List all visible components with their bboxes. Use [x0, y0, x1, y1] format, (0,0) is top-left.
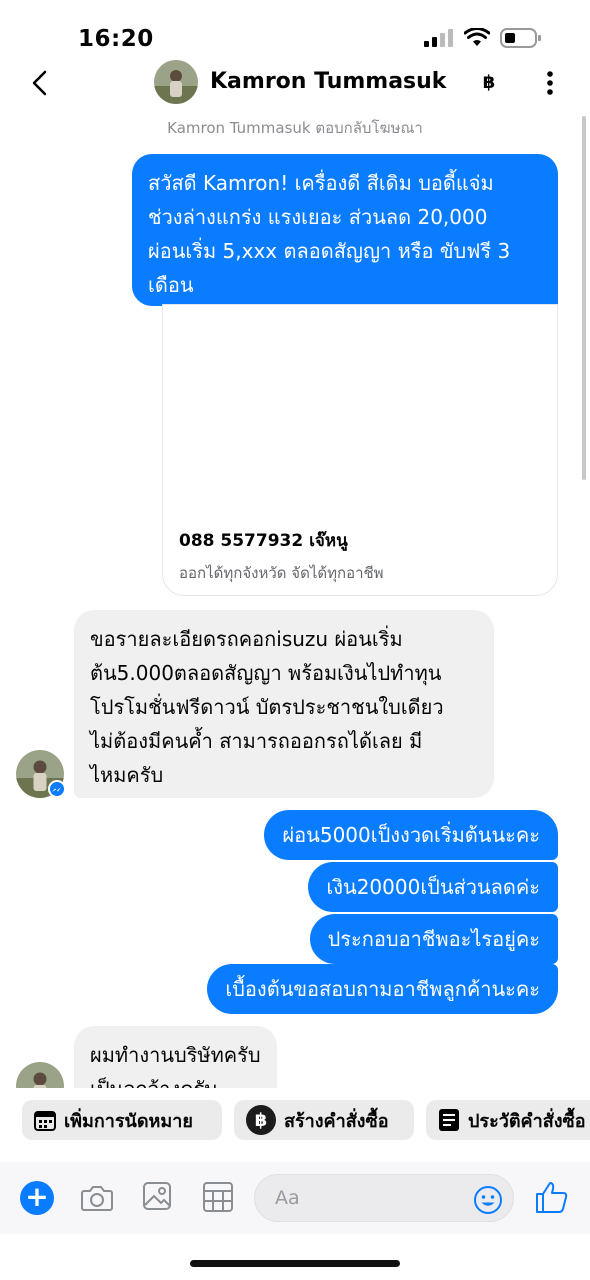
status-icons: [424, 28, 542, 48]
message-line: ไหมครับ: [90, 763, 164, 787]
gallery-icon[interactable]: [142, 1181, 172, 1211]
outgoing-message[interactable]: เงิน20000เป็นส่วนลดค่ะ: [308, 862, 558, 912]
outgoing-message[interactable]: ผ่อน5000เป็งงวดเริ่มต้นนะคะ: [264, 810, 558, 860]
message-text: เงิน20000เป็นส่วนลดค่ะ: [326, 875, 540, 899]
add-appointment-button[interactable]: เพิ่มการนัดหมาย: [22, 1100, 222, 1140]
incoming-message[interactable]: ขอรายละเอียดรถคอกisuzu ผ่อนเริ่ม ต้น5.00…: [74, 610, 494, 798]
plus-icon[interactable]: +: [20, 1181, 54, 1215]
message-line: ผ่อนเริ่ม 5,xxx ตลอดสัญญา หรือ ขับฟรี 3: [148, 239, 511, 263]
baht-icon[interactable]: ฿: [478, 70, 500, 96]
thumbs-up-icon[interactable]: [534, 1180, 570, 1214]
ad-card[interactable]: 088 5577932 เจ๊หนู ออกได้ทุกจังหวัด จัดไ…: [162, 304, 558, 596]
message-input-placeholder: Aa: [275, 1187, 300, 1209]
baht-icon: ฿: [246, 1105, 276, 1135]
status-time: 16:20: [78, 26, 154, 52]
message-line: สวัสดี Kamron! เครื่องดี สีเดิม บอดี้แจ่…: [148, 171, 494, 195]
ad-card-subtitle: ออกได้ทุกจังหวัด จัดได้ทุกอาชีพ: [179, 564, 384, 582]
message-line: โปรโมชั่นฟรีดาวน์ บัตรประชาชนใบเดียว: [90, 695, 444, 719]
sender-avatar[interactable]: [16, 1062, 64, 1088]
create-order-button[interactable]: ฿ สร้างคำสั่งซื้อ: [234, 1100, 414, 1140]
message-line: ช่วงล่างแกร่ง แรงเยอะ ส่วนลด 20,000: [148, 205, 488, 229]
incoming-message[interactable]: ผมทำงานบริษัทครับ เป็นลูกจ้างครับ: [74, 1026, 277, 1088]
chip-label: ประวัติคำสั่งซื้อ: [468, 1110, 586, 1132]
message-line: ต้น5.000ตลอดสัญญา พร้อมเงินไปทำทุน: [90, 661, 442, 685]
outgoing-message[interactable]: เบื้องต้นขอสอบถามอาชีพลูกค้านะคะ: [207, 964, 558, 1014]
order-history-button[interactable]: ประวัติคำสั่งซื้อ: [426, 1100, 590, 1140]
message-line: เดือน: [148, 273, 194, 297]
back-arrow-icon[interactable]: [26, 68, 56, 98]
message-text: ผ่อน5000เป็งงวดเริ่มต้นนะคะ: [282, 823, 540, 847]
svg-text:฿: ฿: [255, 1110, 268, 1131]
outgoing-message[interactable]: สวัสดี Kamron! เครื่องดี สีเดิม บอดี้แจ่…: [132, 154, 558, 306]
quick-actions-bar: เพิ่มการนัดหมาย ฿ สร้างคำสั่งซื้อ ประวัต…: [0, 1096, 590, 1148]
calendar-icon[interactable]: [202, 1181, 234, 1213]
battery-icon: [500, 28, 541, 48]
message-line: ขอรายละเอียดรถคอกisuzu ผ่อนเริ่ม: [90, 627, 403, 651]
emoji-icon[interactable]: [473, 1185, 503, 1215]
message-input[interactable]: Aa: [254, 1174, 514, 1222]
calendar-icon: [34, 1109, 56, 1131]
chip-label: เพิ่มการนัดหมาย: [64, 1110, 193, 1132]
outgoing-message[interactable]: ประกอบอาชีพอะไรอยู่คะ: [309, 914, 558, 964]
message-line: เป็นลูกจ้างครับ: [90, 1072, 261, 1088]
message-line: ไม่ต้องมีคนค้ำ สามารถออกรถได้เลย มี: [90, 729, 423, 753]
status-bar: 16:20: [0, 0, 590, 64]
signal-icon: [424, 29, 453, 47]
chip-label: สร้างคำสั่งซื้อ: [284, 1110, 389, 1132]
receipt-icon: [438, 1108, 460, 1132]
camera-icon[interactable]: [80, 1182, 114, 1214]
message-list: สวัสดี Kamron! เครื่องดี สีเดิม บอดี้แจ่…: [0, 140, 590, 1088]
home-indicator[interactable]: [190, 1260, 400, 1267]
ad-card-title: 088 5577932 เจ๊หนู: [179, 531, 348, 551]
contact-avatar[interactable]: [154, 60, 198, 104]
chat-header: Kamron Tummasuk ฿: [0, 58, 590, 108]
ad-reply-note: Kamron Tummasuk ตอบกลับโฆษณา: [167, 119, 423, 137]
more-options-icon[interactable]: [538, 68, 562, 98]
messenger-badge-icon: [48, 780, 66, 798]
message-text: ประกอบอาชีพอะไรอยู่คะ: [327, 927, 540, 951]
message-text: เบื้องต้นขอสอบถามอาชีพลูกค้านะคะ: [225, 977, 540, 1001]
message-line: ผมทำงานบริษัทครับ: [90, 1043, 261, 1067]
contact-name[interactable]: Kamron Tummasuk: [210, 69, 446, 94]
wifi-icon: [464, 28, 490, 46]
composer-bar: + Aa: [0, 1162, 590, 1234]
